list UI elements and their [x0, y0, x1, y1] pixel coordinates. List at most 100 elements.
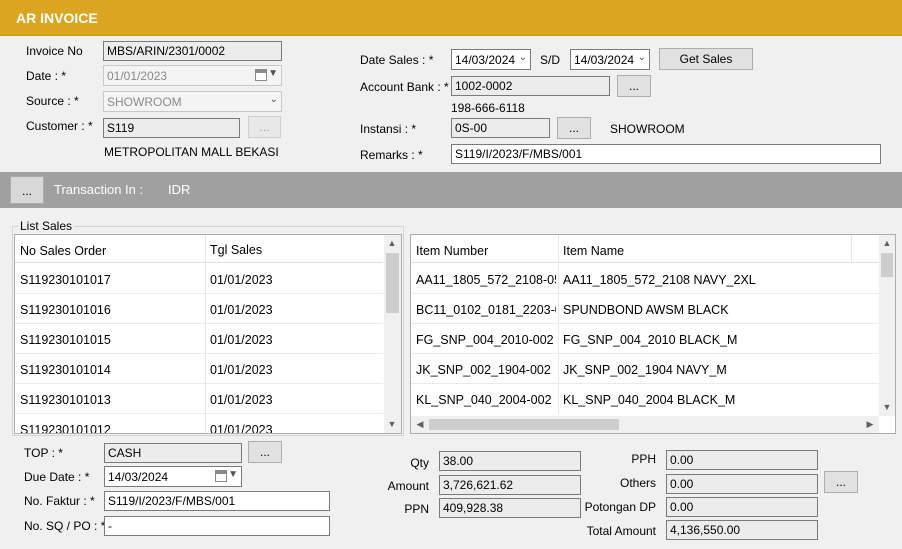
title-bar: AR INVOICE	[0, 0, 902, 36]
instansi-name: SHOWROOM	[610, 122, 685, 136]
row-divider	[411, 383, 879, 384]
no-sq-po-field[interactable]: -	[104, 516, 330, 536]
ppn-field[interactable]: 409,928.38	[439, 498, 581, 518]
column-header-tgl-sales[interactable]: Tgl Sales	[210, 243, 262, 257]
sales-date[interactable]: 01/01/2023	[210, 333, 273, 347]
scroll-down-icon[interactable]: ▼	[879, 402, 895, 412]
column-header-item-number[interactable]: Item Number	[416, 244, 488, 258]
item-number[interactable]: KL_SNP_040_2004-002	[416, 393, 556, 407]
scroll-thumb[interactable]	[429, 419, 619, 430]
row-divider	[411, 353, 879, 354]
transaction-label: Transaction In :	[54, 182, 144, 197]
window-title: AR INVOICE	[16, 10, 98, 26]
no-faktur-field[interactable]: S119/I/2023/F/MBS/001	[104, 491, 330, 511]
items-grid-vscrollbar[interactable]: ▲ ▼	[879, 235, 895, 416]
chevron-down-icon: ▼	[228, 469, 238, 480]
sales-order-no[interactable]: S119230101014	[20, 363, 111, 377]
scroll-down-icon[interactable]: ▼	[384, 419, 400, 429]
scroll-up-icon[interactable]: ▲	[879, 238, 895, 248]
customer-label: Customer : *	[26, 119, 93, 133]
qty-field[interactable]: 38.00	[439, 451, 581, 471]
scroll-thumb[interactable]	[386, 253, 399, 313]
date-sales-from-picker[interactable]: 14/03/2024 ⌄	[451, 49, 531, 70]
scroll-right-icon[interactable]: ▶	[862, 419, 878, 430]
amount-field[interactable]: 3,726,621.62	[439, 475, 581, 495]
sales-order-no[interactable]: S119230101013	[20, 393, 111, 407]
source-select[interactable]: SHOWROOM ⌄	[103, 91, 282, 112]
others-button[interactable]: ...	[824, 471, 858, 493]
row-divider	[15, 293, 383, 294]
transaction-button[interactable]: ...	[10, 176, 44, 204]
remarks-label: Remarks : *	[360, 148, 423, 162]
customer-field[interactable]: S119	[103, 118, 240, 138]
column-header-no-sales-order[interactable]: No Sales Order	[20, 244, 106, 258]
sales-order-no[interactable]: S119230101012	[20, 423, 111, 433]
item-name[interactable]: JK_SNP_002_1904 NAVY_M	[563, 363, 853, 377]
date-sales-to-value: 14/03/2024	[574, 53, 635, 67]
item-number[interactable]: AA11_1805_572_2108-05	[416, 273, 556, 287]
get-sales-button[interactable]: Get Sales	[659, 48, 753, 70]
row-divider	[15, 353, 383, 354]
item-name[interactable]: FG_SNP_004_2010 BLACK_M	[563, 333, 853, 347]
potongan-dp-field[interactable]: 0.00	[666, 497, 818, 517]
row-divider	[15, 383, 383, 384]
account-number: 198-666-6118	[451, 101, 525, 115]
invoice-no-field[interactable]: MBS/ARIN/2301/0002	[103, 41, 282, 61]
remarks-field[interactable]: S119/I/2023/F/MBS/001	[451, 144, 881, 164]
sales-grid-vscrollbar[interactable]: ▲ ▼	[384, 235, 401, 433]
customer-lookup-button[interactable]: ...	[248, 116, 281, 138]
sales-order-no[interactable]: S119230101015	[20, 333, 111, 347]
sales-date[interactable]: 01/01/2023	[210, 273, 273, 287]
item-name[interactable]: SPUNDBOND AWSM BLACK	[563, 303, 853, 317]
instansi-lookup-button[interactable]: ...	[557, 117, 591, 139]
sales-date[interactable]: 01/01/2023	[210, 423, 273, 433]
item-name[interactable]: AA11_1805_572_2108 NAVY_2XL	[563, 273, 853, 287]
pph-label: PPH	[631, 452, 656, 466]
due-date-value: 14/03/2024	[108, 470, 169, 484]
item-number[interactable]: BC11_0102_0181_2203-0	[416, 303, 556, 317]
no-sq-po-label: No. SQ / PO : *	[24, 519, 106, 533]
source-label: Source : *	[26, 94, 79, 108]
no-faktur-label: No. Faktur : *	[24, 494, 95, 508]
account-bank-lookup-button[interactable]: ...	[617, 75, 651, 97]
sales-order-no[interactable]: S119230101017	[20, 273, 111, 287]
ppn-label: PPN	[404, 502, 429, 516]
top-lookup-button[interactable]: ...	[248, 441, 282, 463]
item-name[interactable]: KL_SNP_040_2004 BLACK_M	[563, 393, 853, 407]
total-amount-field[interactable]: 4,136,550.00	[666, 520, 818, 540]
sales-date[interactable]: 01/01/2023	[210, 393, 273, 407]
date-sales-to-picker[interactable]: 14/03/2024 ⌄	[570, 49, 650, 70]
instansi-label: Instansi : *	[360, 122, 417, 136]
top-label: TOP : *	[24, 446, 63, 460]
sales-date[interactable]: 01/01/2023	[210, 303, 273, 317]
others-field[interactable]: 0.00	[666, 474, 818, 494]
column-divider	[851, 235, 852, 263]
top-field[interactable]: CASH	[104, 443, 242, 463]
date-picker[interactable]: 01/01/2023 ▼	[103, 65, 282, 86]
scroll-thumb[interactable]	[881, 253, 893, 277]
sales-date[interactable]: 01/01/2023	[210, 363, 273, 377]
sales-grid-header: No Sales Order Tgl Sales	[15, 235, 383, 263]
scroll-up-icon[interactable]: ▲	[384, 238, 400, 248]
account-bank-field[interactable]: 1002-0002	[451, 76, 610, 96]
row-divider	[411, 293, 879, 294]
sales-grid[interactable]: No Sales Order Tgl Sales S119230101017 0…	[14, 234, 402, 434]
due-date-picker[interactable]: 14/03/2024 ▼	[104, 466, 242, 487]
item-number[interactable]: FG_SNP_004_2010-002	[416, 333, 556, 347]
items-grid[interactable]: Item Number Item Name AA11_1805_572_2108…	[410, 234, 896, 434]
instansi-field[interactable]: 0S-00	[451, 118, 550, 138]
scroll-left-icon[interactable]: ◀	[412, 419, 428, 430]
pph-field[interactable]: 0.00	[666, 450, 818, 470]
others-label: Others	[619, 476, 656, 490]
sales-order-no[interactable]: S119230101016	[20, 303, 111, 317]
items-grid-header: Item Number Item Name	[411, 235, 879, 263]
potongan-dp-label: Potongan DP	[584, 500, 656, 514]
items-grid-hscrollbar[interactable]: ◀ ▶	[411, 416, 879, 433]
due-date-label: Due Date : *	[24, 470, 90, 484]
row-divider	[411, 323, 879, 324]
sales-rows: S119230101017 01/01/2023 S119230101016 0…	[15, 263, 383, 433]
column-header-item-name[interactable]: Item Name	[563, 244, 624, 258]
date-sales-label: Date Sales : *	[360, 53, 434, 67]
item-number[interactable]: JK_SNP_002_1904-002	[416, 363, 556, 377]
row-divider	[15, 323, 383, 324]
